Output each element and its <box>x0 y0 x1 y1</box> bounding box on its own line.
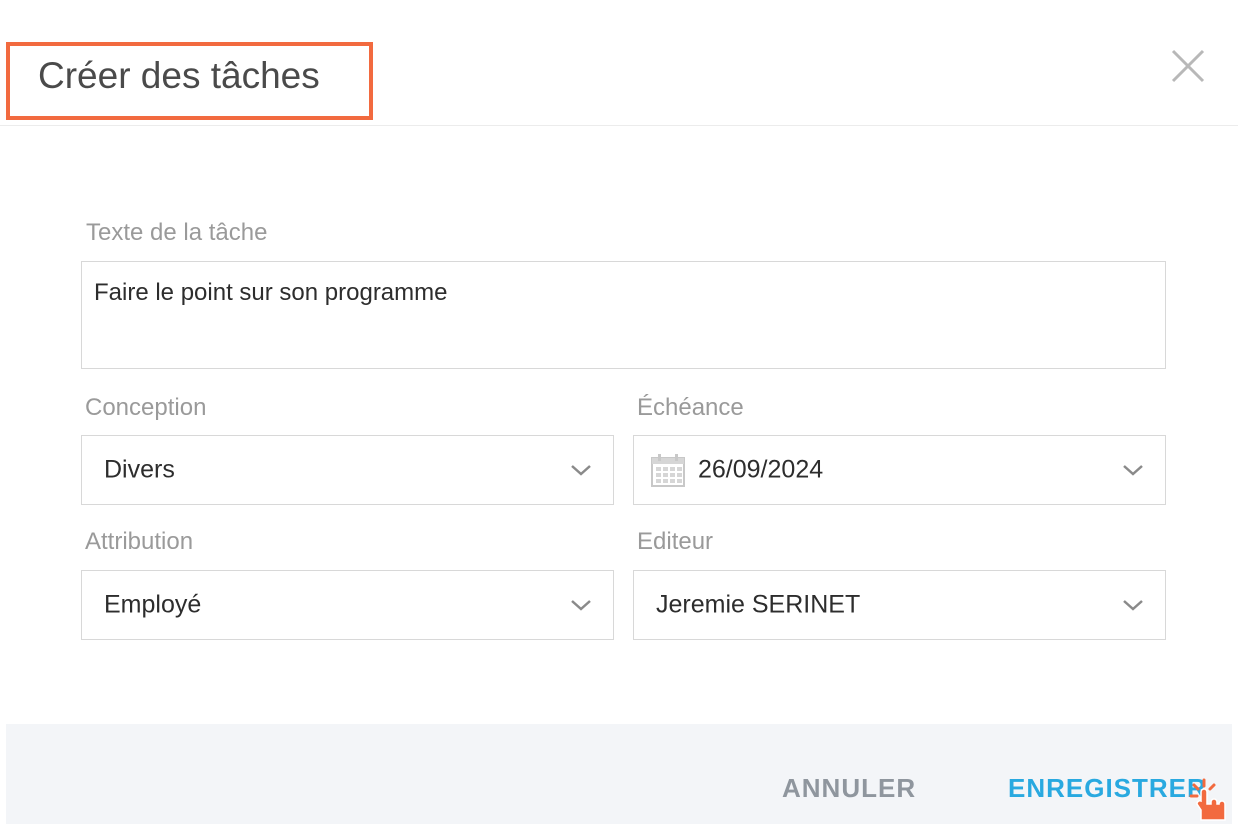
task-text-value: Faire le point sur son programme <box>94 279 448 306</box>
echeance-label: Échéance <box>637 394 744 421</box>
hand-pointer-cursor-icon <box>1186 776 1230 830</box>
task-text-input[interactable]: Faire le point sur son programme <box>81 261 1166 369</box>
create-task-dialog: Créer des tâches Texte de la tâche Faire… <box>0 0 1238 830</box>
dialog-header: Créer des tâches <box>0 0 1238 126</box>
echeance-value: 26/09/2024 <box>698 455 824 484</box>
cancel-button[interactable]: ANNULER <box>782 772 916 804</box>
conception-value: Divers <box>104 455 175 484</box>
save-button[interactable]: ENREGISTRER <box>1008 772 1207 804</box>
echeance-date-picker[interactable]: 26/09/2024 <box>633 435 1166 505</box>
attribution-value: Employé <box>104 590 202 619</box>
conception-select[interactable]: Divers <box>81 435 614 505</box>
editeur-select[interactable]: Jeremie SERINET <box>633 570 1166 640</box>
attribution-label: Attribution <box>85 528 194 555</box>
close-icon[interactable] <box>1168 46 1208 86</box>
chevron-down-icon <box>569 463 593 477</box>
chevron-down-icon <box>569 598 593 612</box>
editeur-label: Editeur <box>637 528 714 555</box>
calendar-icon <box>650 452 686 488</box>
conception-label: Conception <box>85 394 207 421</box>
task-text-label: Texte de la tâche <box>86 219 268 246</box>
chevron-down-icon <box>1121 598 1145 612</box>
dialog-title: Créer des tâches <box>38 55 320 96</box>
chevron-down-icon <box>1121 463 1145 477</box>
attribution-select[interactable]: Employé <box>81 570 614 640</box>
editeur-value: Jeremie SERINET <box>656 590 861 619</box>
